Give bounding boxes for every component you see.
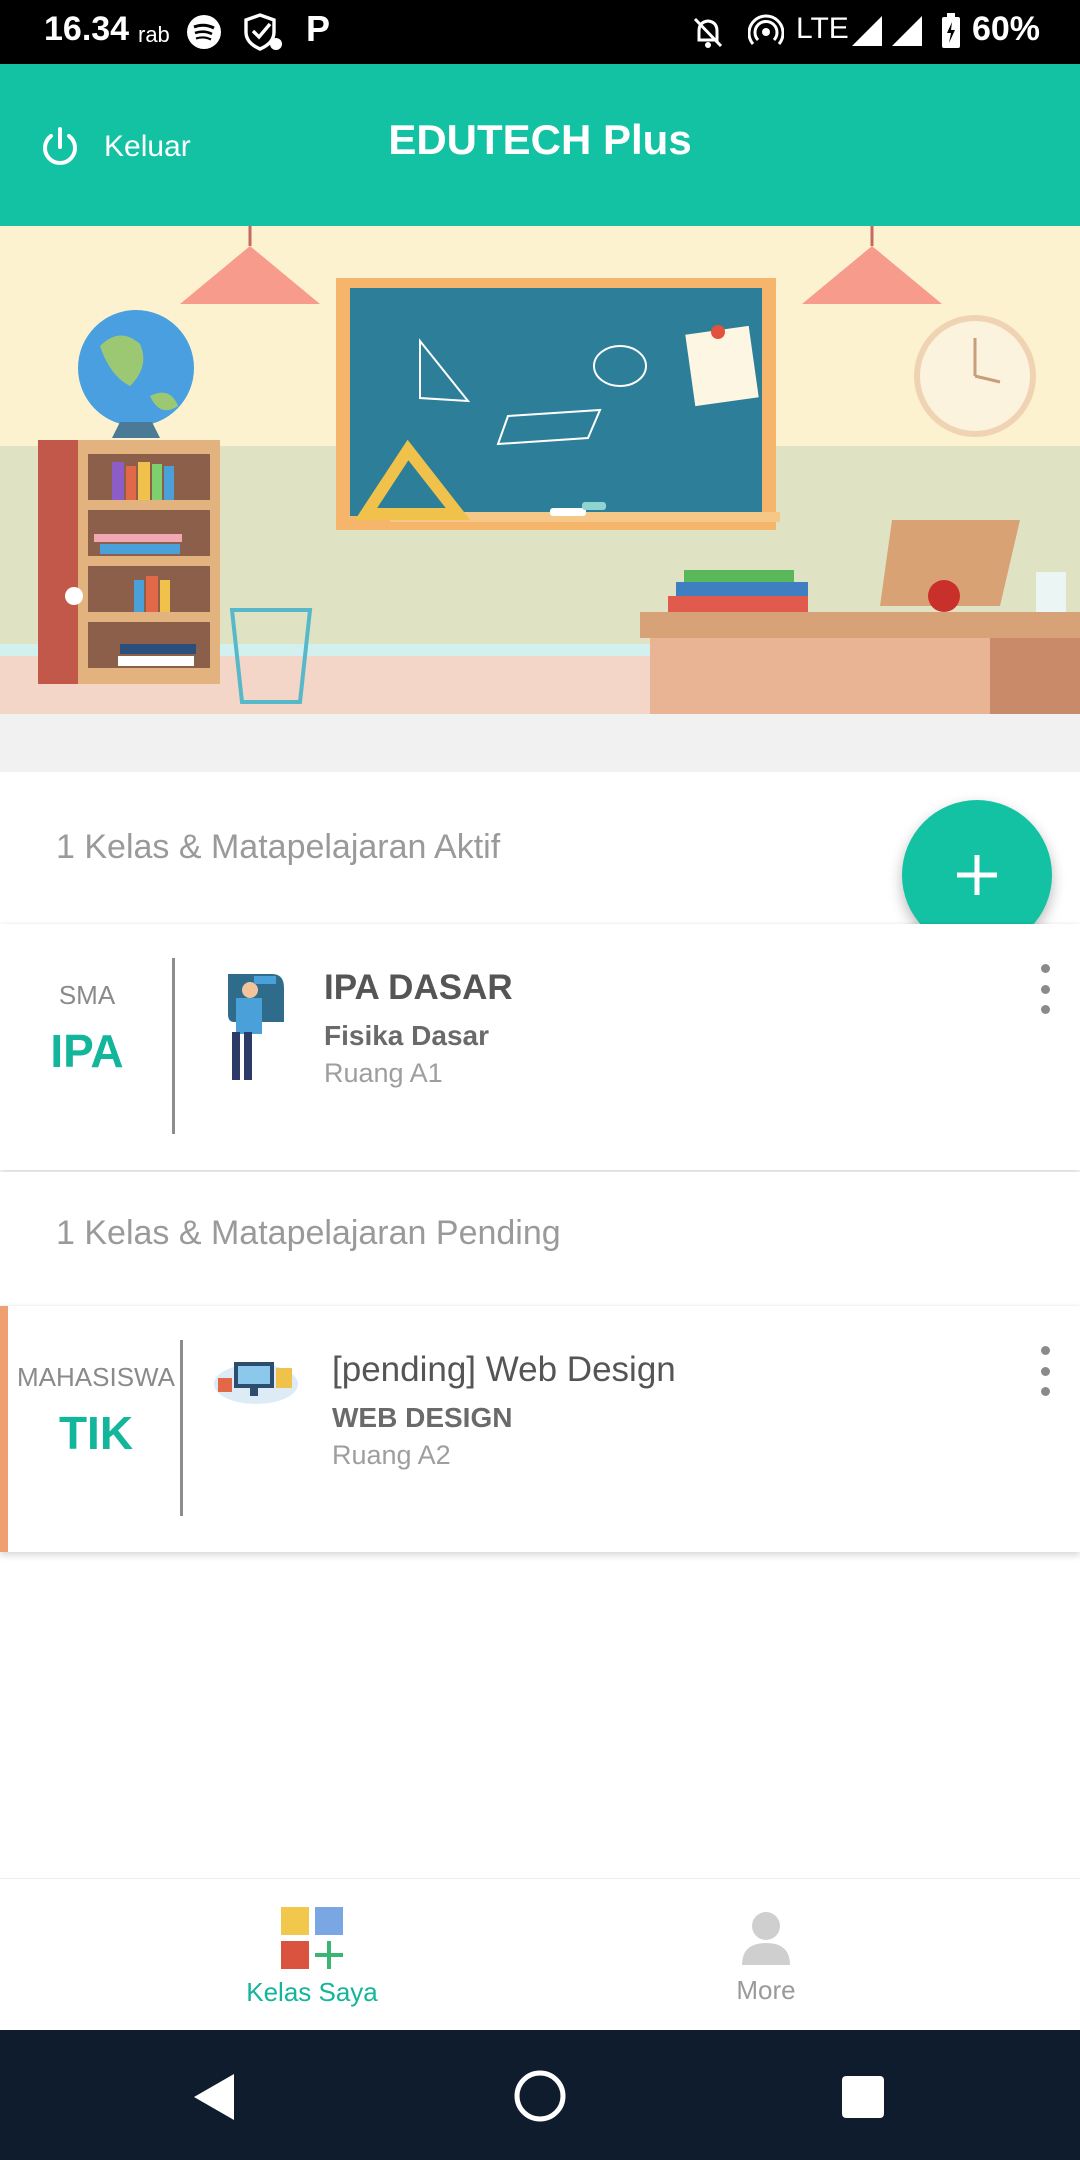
profile-icon (742, 1912, 790, 1965)
section-divider (0, 714, 1080, 772)
class-card-active[interactable]: SMA IPA IPA DASAR Fisika Dasar Ruang A1 (0, 924, 1080, 1170)
network-type: LTE (796, 12, 849, 45)
nav-more-label: More (736, 1975, 796, 2005)
class-subject: WEB DESIGN (332, 1402, 513, 1433)
classroom-banner-illustration (0, 226, 1080, 714)
class-room: Ruang A1 (324, 1058, 443, 1088)
status-bar: 16.34 rab P LTE 60% (0, 0, 1080, 64)
nav-kelas-saya-label: Kelas Saya (246, 1977, 378, 2007)
class-subject: Fisika Dasar (324, 1020, 489, 1051)
class-abbreviation: IPA (50, 1025, 124, 1077)
classroom-illustration (0, 226, 1080, 714)
web-design-icon (214, 1362, 298, 1404)
signal-icon-2 (892, 16, 922, 46)
class-card-pending[interactable]: MAHASISWA TIK [pending] Web Design WEB D… (0, 1306, 1080, 1552)
pending-section-label: 1 Kelas & Matapelajaran Pending (56, 1214, 561, 1252)
class-level: SMA (58, 980, 116, 1010)
active-section-label: 1 Kelas & Matapelajaran Aktif (56, 828, 501, 866)
battery-charging-icon (942, 13, 960, 48)
home-icon[interactable] (512, 2068, 568, 2124)
signal-icon (852, 16, 882, 46)
shield-check-icon (244, 13, 282, 51)
status-time: 16.34 (44, 10, 130, 48)
back-icon[interactable] (190, 2072, 238, 2122)
app-title: EDUTECH Plus (388, 116, 692, 163)
plus-icon (957, 855, 997, 895)
nav-kelas-saya[interactable]: Kelas Saya (162, 1879, 462, 2031)
more-options-icon[interactable] (1038, 964, 1052, 1014)
more-options-icon[interactable] (1038, 1346, 1052, 1396)
battery-level: 60% (971, 10, 1040, 48)
card-divider (172, 958, 175, 1134)
classes-grid-icon (281, 1907, 343, 1969)
notifications-off-icon (693, 17, 723, 48)
class-abbreviation: TIK (58, 1407, 134, 1459)
class-name: IPA DASAR (324, 968, 513, 1007)
system-navigation-bar (0, 2030, 1080, 2160)
class-room: Ruang A2 (332, 1440, 451, 1470)
status-day: rab (138, 22, 170, 47)
class-name: [pending] Web Design (332, 1350, 676, 1389)
recents-icon[interactable] (840, 2074, 886, 2120)
hotspot-icon (748, 14, 784, 45)
bottom-navigation: Kelas Saya More (0, 1878, 1080, 2030)
pending-section: 1 Kelas & Matapelajaran Pending (0, 1172, 1080, 1302)
pending-accent-bar (0, 1306, 8, 1552)
spotify-icon (187, 15, 221, 49)
app-bar: Keluar EDUTECH Plus (0, 64, 1080, 226)
class-level: MAHASISWA (17, 1362, 175, 1392)
nav-more[interactable]: More (616, 1879, 916, 2031)
teacher-board-icon (228, 974, 284, 1080)
p-app-icon: P (306, 8, 331, 49)
card-divider (180, 1340, 183, 1516)
